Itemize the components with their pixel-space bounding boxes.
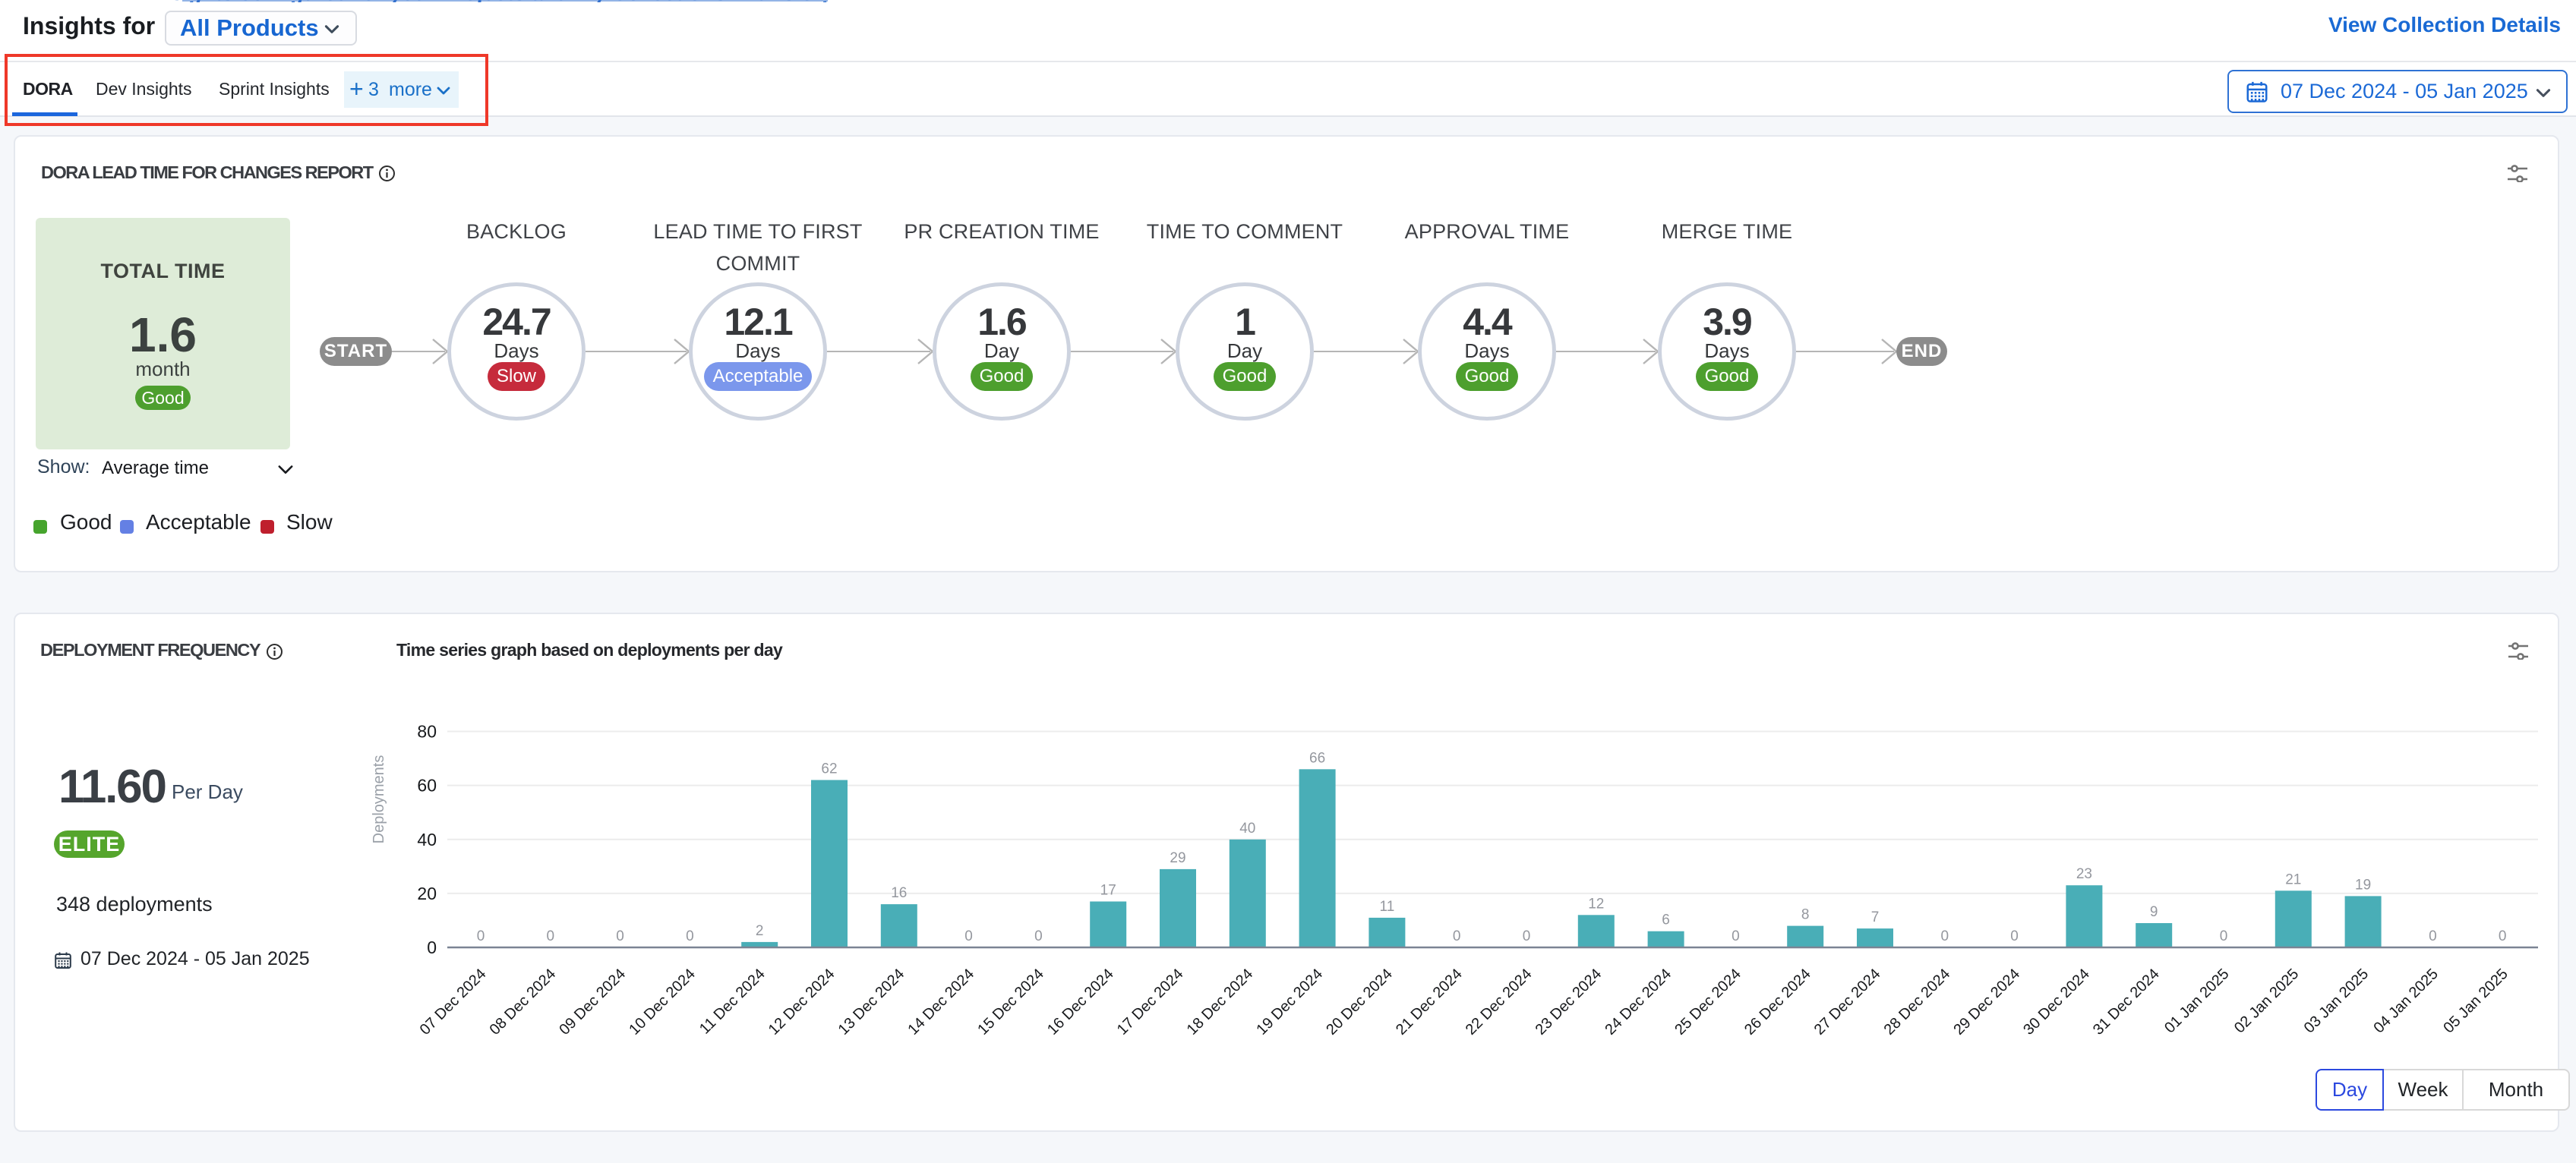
svg-text:23 Dec 2024: 23 Dec 2024 bbox=[1533, 966, 1605, 1039]
svg-text:0: 0 bbox=[964, 928, 973, 944]
svg-text:0: 0 bbox=[2010, 928, 2019, 944]
svg-text:80: 80 bbox=[417, 722, 437, 742]
svg-text:15 Dec 2024: 15 Dec 2024 bbox=[974, 966, 1047, 1039]
svg-text:01 Jan 2025: 01 Jan 2025 bbox=[2161, 966, 2232, 1036]
svg-text:02 Jan 2025: 02 Jan 2025 bbox=[2231, 966, 2302, 1036]
svg-text:20 Dec 2024: 20 Dec 2024 bbox=[1323, 966, 1396, 1039]
svg-text:16: 16 bbox=[891, 885, 907, 901]
svg-text:0: 0 bbox=[686, 928, 694, 944]
svg-text:17 Dec 2024: 17 Dec 2024 bbox=[1114, 966, 1187, 1039]
svg-text:0: 0 bbox=[1034, 928, 1043, 944]
svg-text:40: 40 bbox=[417, 830, 437, 849]
svg-text:0: 0 bbox=[477, 928, 485, 944]
svg-text:05 Jan 2025: 05 Jan 2025 bbox=[2440, 966, 2511, 1036]
svg-text:04 Jan 2025: 04 Jan 2025 bbox=[2371, 966, 2442, 1036]
svg-text:0: 0 bbox=[1523, 928, 1531, 944]
svg-text:0: 0 bbox=[2220, 928, 2228, 944]
svg-text:03 Jan 2025: 03 Jan 2025 bbox=[2301, 966, 2372, 1036]
svg-text:0: 0 bbox=[2499, 928, 2507, 944]
svg-text:09 Dec 2024: 09 Dec 2024 bbox=[556, 966, 629, 1039]
svg-text:0: 0 bbox=[1732, 928, 1740, 944]
svg-text:29: 29 bbox=[1170, 850, 1185, 866]
svg-text:24 Dec 2024: 24 Dec 2024 bbox=[1602, 966, 1675, 1039]
svg-text:27 Dec 2024: 27 Dec 2024 bbox=[1811, 966, 1884, 1039]
svg-text:19 Dec 2024: 19 Dec 2024 bbox=[1253, 966, 1326, 1039]
svg-text:08 Dec 2024: 08 Dec 2024 bbox=[487, 966, 560, 1039]
svg-text:0: 0 bbox=[547, 928, 555, 944]
svg-text:20: 20 bbox=[417, 884, 437, 903]
svg-text:0: 0 bbox=[616, 928, 624, 944]
svg-text:21: 21 bbox=[2285, 871, 2301, 887]
svg-text:07 Dec 2024: 07 Dec 2024 bbox=[417, 966, 490, 1039]
svg-text:7: 7 bbox=[1871, 909, 1880, 925]
svg-text:19: 19 bbox=[2355, 877, 2371, 893]
svg-text:40: 40 bbox=[1239, 821, 1255, 837]
svg-text:8: 8 bbox=[1801, 907, 1810, 923]
svg-text:2: 2 bbox=[756, 923, 764, 939]
svg-text:23: 23 bbox=[2076, 866, 2092, 882]
svg-text:28 Dec 2024: 28 Dec 2024 bbox=[1881, 966, 1954, 1039]
svg-text:0: 0 bbox=[2429, 928, 2437, 944]
svg-text:12 Dec 2024: 12 Dec 2024 bbox=[766, 966, 838, 1039]
svg-text:29 Dec 2024: 29 Dec 2024 bbox=[1950, 966, 2023, 1039]
svg-text:9: 9 bbox=[2150, 904, 2158, 920]
svg-text:0: 0 bbox=[1941, 928, 1949, 944]
svg-text:Deployments: Deployments bbox=[371, 755, 387, 844]
svg-text:10 Dec 2024: 10 Dec 2024 bbox=[626, 966, 699, 1039]
svg-text:16 Dec 2024: 16 Dec 2024 bbox=[1044, 966, 1117, 1039]
svg-text:62: 62 bbox=[821, 761, 837, 777]
svg-text:14 Dec 2024: 14 Dec 2024 bbox=[904, 966, 977, 1039]
svg-text:31 Dec 2024: 31 Dec 2024 bbox=[2090, 966, 2163, 1039]
svg-text:25 Dec 2024: 25 Dec 2024 bbox=[1672, 966, 1744, 1039]
svg-text:17: 17 bbox=[1100, 883, 1116, 899]
svg-text:6: 6 bbox=[1662, 912, 1670, 928]
svg-text:21 Dec 2024: 21 Dec 2024 bbox=[1393, 966, 1466, 1039]
svg-text:30 Dec 2024: 30 Dec 2024 bbox=[2020, 966, 2093, 1039]
svg-text:12: 12 bbox=[1588, 896, 1604, 912]
svg-text:26 Dec 2024: 26 Dec 2024 bbox=[1741, 966, 1814, 1039]
svg-text:13 Dec 2024: 13 Dec 2024 bbox=[835, 966, 908, 1039]
svg-text:66: 66 bbox=[1309, 750, 1325, 766]
svg-text:0: 0 bbox=[427, 938, 437, 957]
svg-text:60: 60 bbox=[417, 776, 437, 796]
svg-text:0: 0 bbox=[1453, 928, 1461, 944]
svg-text:11 Dec 2024: 11 Dec 2024 bbox=[696, 966, 769, 1038]
svg-text:11: 11 bbox=[1380, 899, 1395, 915]
svg-text:22 Dec 2024: 22 Dec 2024 bbox=[1463, 966, 1536, 1039]
svg-text:18 Dec 2024: 18 Dec 2024 bbox=[1184, 966, 1257, 1039]
